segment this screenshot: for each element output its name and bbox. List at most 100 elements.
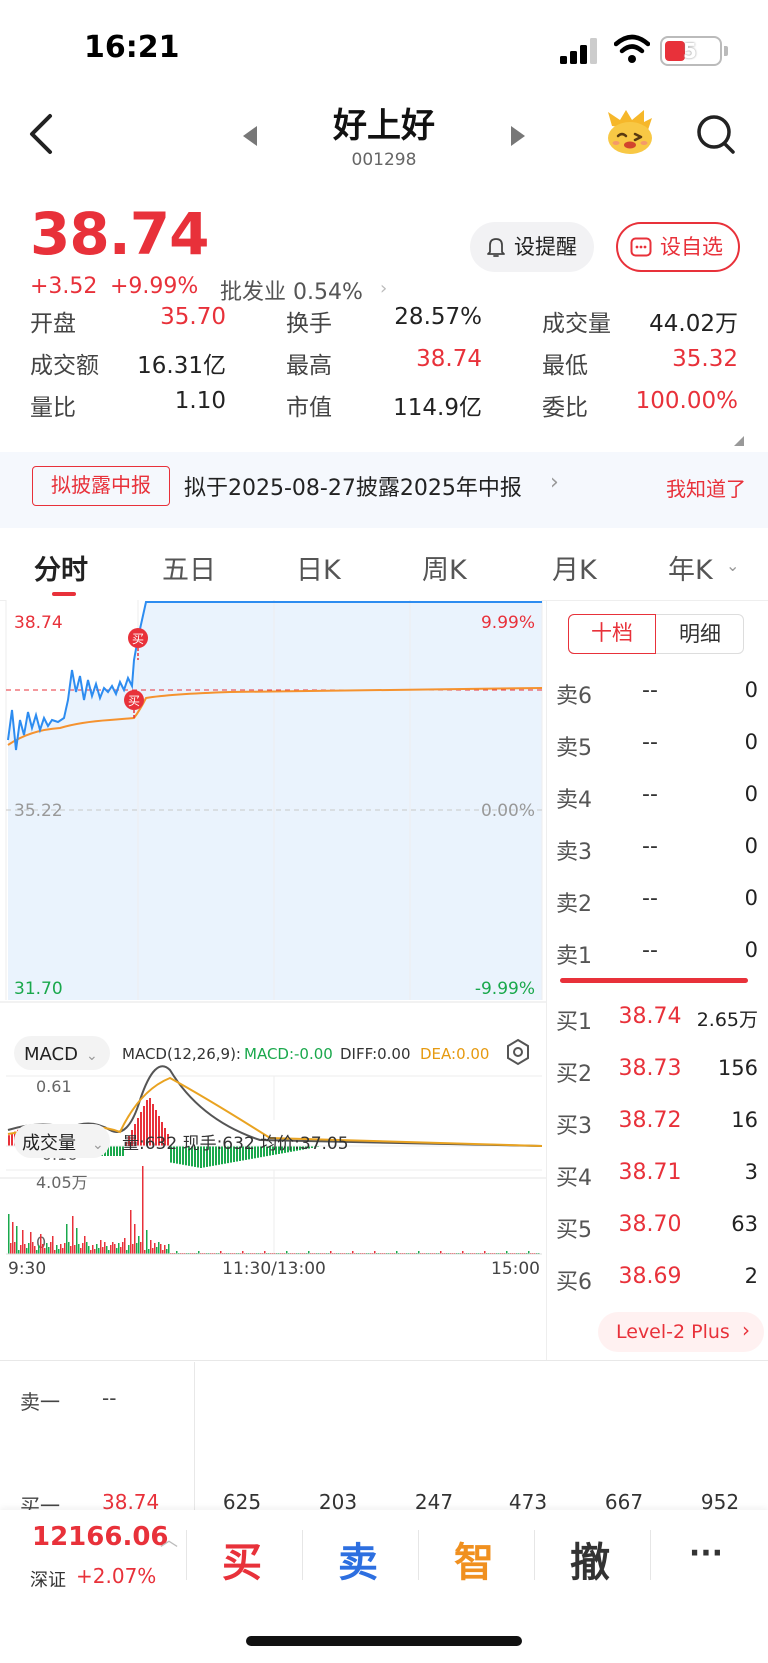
more-button[interactable]: ··· (656, 1536, 756, 1571)
volume-bar (80, 1248, 82, 1254)
macd-bar (113, 1146, 115, 1156)
ask-label: 卖4 (556, 788, 592, 813)
volume-bar (24, 1244, 26, 1254)
volume-bar (100, 1240, 102, 1254)
mascot-icon[interactable] (604, 108, 656, 156)
volume-bar (40, 1234, 42, 1254)
volume-bar (44, 1248, 46, 1254)
volume-bar (36, 1250, 38, 1254)
price-high-label: 38.74 (14, 613, 63, 633)
bid-price: 38.72 (618, 1108, 682, 1133)
volume-bar (12, 1222, 14, 1254)
bid-volume: 2 (744, 1264, 758, 1288)
pct-zero-label: 0.00% (481, 801, 535, 821)
tab-indicator (52, 592, 76, 596)
volume-bar (150, 1240, 152, 1254)
wifi-icon (614, 34, 650, 63)
volume-bar (8, 1214, 10, 1254)
stat-label-open: 开盘 (30, 311, 76, 337)
ask-price: -- (642, 678, 658, 703)
settings-icon[interactable] (507, 1038, 529, 1066)
chevron-up-icon[interactable]: ︿ (160, 1526, 178, 1552)
volume-bar (86, 1242, 88, 1254)
tab-intraday[interactable]: 分时 (34, 548, 88, 587)
index-change-pct: +2.07% (76, 1564, 157, 1588)
volume-bar (108, 1250, 110, 1254)
bid-label: 买1 (556, 1010, 592, 1035)
volume-bar (20, 1245, 22, 1254)
volume-bar (68, 1242, 70, 1254)
stat-label-low: 最低 (542, 353, 588, 379)
tab-five-day[interactable]: 五日 (162, 548, 216, 587)
tab-ten-levels[interactable]: 十档 (568, 614, 656, 654)
next-stock-icon[interactable] (509, 126, 525, 146)
disclosure-text[interactable]: 拟于2025-08-27披露2025年中报 (184, 470, 522, 502)
volume-bar (82, 1243, 84, 1254)
prev-stock-icon[interactable] (243, 126, 259, 146)
volume-bar (56, 1245, 58, 1254)
industry-link[interactable]: 批发业 0.54% (220, 274, 363, 306)
volume-bar (64, 1243, 66, 1254)
bid-label: 买2 (556, 1062, 592, 1087)
volume-bar (62, 1248, 64, 1254)
expand-corner-icon[interactable] (734, 436, 744, 446)
volume-bar (58, 1249, 60, 1254)
smart-order-button[interactable]: 智 (424, 1530, 524, 1588)
bid-price: 38.73 (618, 1056, 682, 1081)
time-mid-label: 11:30/13:00 (222, 1259, 326, 1279)
cancel-order-button[interactable]: 撤 (540, 1530, 640, 1588)
volume-bar (166, 1249, 168, 1254)
volume-bar (168, 1244, 170, 1254)
volume-bar (92, 1245, 94, 1254)
battery-level: 5 (683, 39, 697, 63)
bid-volume: 16 (731, 1108, 758, 1132)
tab-weekly-k[interactable]: 周K (422, 548, 467, 587)
diff-value: DIFF:0.00 (340, 1045, 411, 1063)
search-icon[interactable] (696, 114, 736, 156)
signal-icon (560, 38, 597, 64)
ask-volume: 0 (744, 730, 758, 754)
tab-daily-k[interactable]: 日K (296, 548, 341, 587)
price-low-label: 31.70 (14, 979, 63, 999)
volume-bar (132, 1244, 134, 1254)
volume-bar (110, 1245, 112, 1254)
volume-bar (42, 1244, 44, 1254)
back-icon[interactable] (26, 112, 58, 156)
chevron-right-icon: › (742, 1318, 750, 1342)
volume-bar (84, 1236, 86, 1254)
bid-label: 买3 (556, 1114, 592, 1139)
volume-bar (16, 1226, 18, 1254)
volume-bar (78, 1244, 80, 1254)
volume-bar (142, 1166, 144, 1254)
volume-bar (162, 1250, 164, 1254)
dismiss-banner-button[interactable]: 我知道了 (666, 473, 746, 502)
volume-bar (30, 1232, 32, 1254)
volume-bar (38, 1245, 40, 1254)
index-value[interactable]: 12166.06 (32, 1522, 169, 1552)
watchlist-icon (630, 237, 652, 257)
ask-volume: 0 (744, 678, 758, 702)
bid-volume: 63 (731, 1212, 758, 1236)
bid-label: 买5 (556, 1218, 592, 1243)
stat-label-turnover: 换手 (286, 311, 332, 337)
ask-volume: 0 (744, 938, 758, 962)
macd-params: MACD(12,26,9): (122, 1045, 241, 1063)
stat-value-turnover: 28.57% (394, 304, 482, 330)
tab-trade-detail[interactable]: 明细 (656, 614, 744, 654)
volume-bar (152, 1248, 154, 1254)
tab-monthly-k[interactable]: 月K (552, 548, 597, 587)
bid-price: 38.71 (618, 1160, 682, 1185)
sell-button[interactable]: 卖 (308, 1530, 408, 1588)
intraday-chart[interactable]: 买 买 38.74 35.22 31.70 9.99% 0.00% -9.99%… (0, 600, 546, 1340)
level2-plus-button[interactable]: Level-2 Plus (598, 1312, 764, 1352)
volume-bar (148, 1249, 150, 1254)
macd-bar (11, 1133, 13, 1146)
bell-icon (487, 238, 505, 257)
stat-label-amount: 成交额 (30, 353, 99, 379)
volume-bar (88, 1246, 90, 1254)
buy-button[interactable]: 买 (192, 1530, 292, 1588)
stat-value-open: 35.70 (160, 304, 226, 330)
stat-label-volume: 成交量 (542, 311, 611, 337)
tab-yearly-k[interactable]: 年K (668, 548, 713, 587)
stat-value-high: 38.74 (416, 346, 482, 372)
